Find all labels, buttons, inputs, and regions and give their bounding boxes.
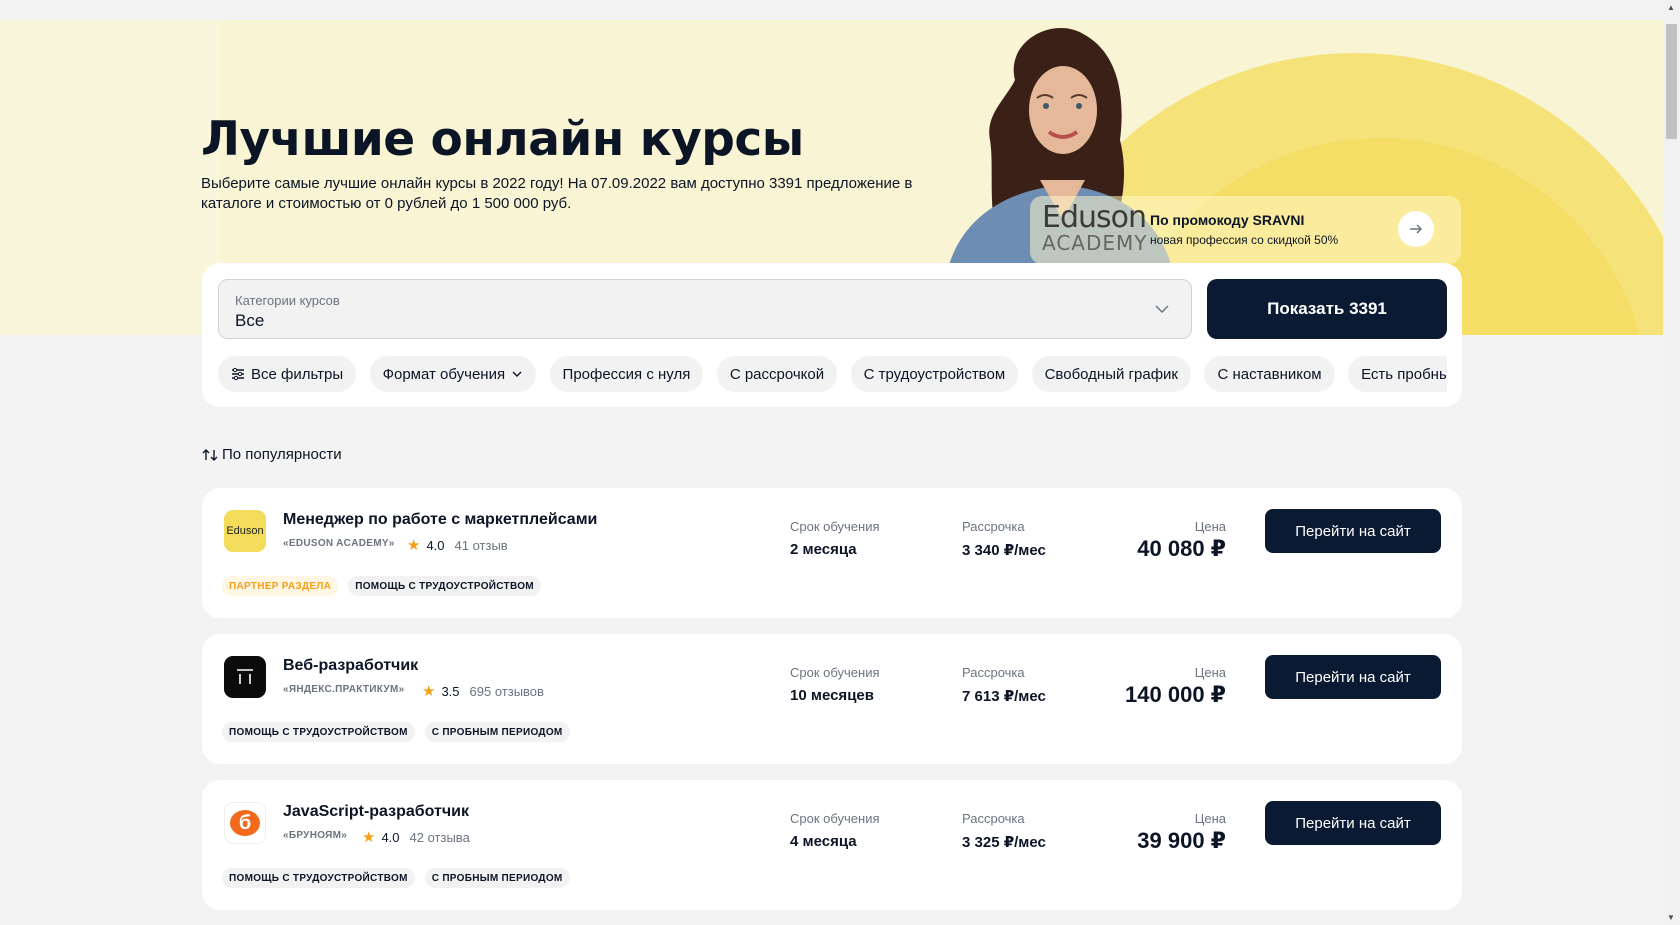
tag: ПОМОЩЬ С ТРУДОУСТРОЙСТВОМ [222,722,415,742]
school-name: «ЯНДЕКС.ПРАКТИКУМ» [283,684,405,695]
price-value: 140 000 ₽ [1125,682,1226,707]
hero-left-panel [0,20,220,335]
go-to-site-button[interactable]: Перейти на сайт [1265,655,1441,699]
price-value: 39 900 ₽ [1137,828,1226,853]
duration-label: Срок обучения [790,811,880,826]
rating-value: 4.0 [426,537,445,553]
course-tags: ПАРТНЕР РАЗДЕЛА ПОМОЩЬ С ТРУДОУСТРОЙСТВО… [222,576,551,596]
chip-installment[interactable]: С рассрочкой [716,356,838,392]
course-card: Веб-разработчик «ЯНДЕКС.ПРАКТИКУМ» ★ 3.5… [202,634,1462,764]
duration-value: 10 месяцев [790,687,874,704]
price-value: 40 080 ₽ [1137,536,1226,561]
promo-logo-line1: Eduson [1042,200,1147,235]
chip-label: Профессия с нуля [562,365,691,383]
show-results-button[interactable]: Показать 3391 [1207,279,1447,339]
arrow-right-icon[interactable] [1398,211,1434,247]
chip-label: С рассрочкой [729,365,825,383]
duration-label: Срок обучения [790,519,880,534]
page-scrollbar[interactable]: ▲ ▼ [1663,0,1680,925]
school-logo: Eduson [224,510,266,552]
course-rating: ★ 4.0 41 отзыв [407,536,508,554]
promo-logo-line2: ACADEMY [1042,231,1148,255]
reviews-link[interactable]: 42 отзыва [410,830,470,845]
duration-value: 4 месяца [790,833,857,850]
page-subtitle: Выберите самые лучшие онлайн курсы в 202… [201,175,913,212]
chip-employment[interactable]: С трудоустройством [850,356,1019,392]
rating-value: 4.0 [381,829,400,845]
chip-label: Формат обучения [382,365,506,383]
chip-label: С трудоустройством [863,365,1006,383]
chip-label: С наставником [1217,365,1322,383]
duration-label: Срок обучения [790,665,880,680]
tag-partner: ПАРТНЕР РАЗДЕЛА [222,576,339,596]
promo-banner[interactable]: Eduson ACADEMY По промокоду SRAVNI новая… [1030,196,1461,264]
installment-label: Рассрочка [962,519,1025,534]
chip-all-filters[interactable]: Все фильтры [218,356,357,392]
tag: ПОМОЩЬ С ТРУДОУСТРОЙСТВОМ [222,868,415,888]
promo-subtitle: новая профессия со скидкой 50% [1150,233,1339,247]
promo-title: По промокоду SRAVNI [1150,212,1305,228]
school-logo: б [224,802,266,844]
course-title[interactable]: Менеджер по работе с маркетплейсами [283,511,597,529]
course-title[interactable]: Веб-разработчик [283,657,418,675]
star-icon: ★ [422,683,436,700]
tag: С ПРОБНЫМ ПЕРИОДОМ [424,722,570,742]
go-to-site-button[interactable]: Перейти на сайт [1265,509,1441,553]
chip-study-format[interactable]: Формат обучения [369,356,537,392]
category-select[interactable]: Категории курсов Все [218,279,1192,339]
price-label: Цена [1194,519,1226,534]
chip-label: Все фильтры [251,365,344,383]
sliders-icon [232,367,244,381]
promo-logo: Eduson ACADEMY [1042,203,1148,255]
filter-panel: Категории курсов Все Показать 3391 Все ф… [202,263,1462,407]
chip-profession-from-scratch[interactable]: Профессия с нуля [549,356,704,392]
price-label: Цена [1194,665,1226,680]
course-card: б JavaScript-разработчик «БРУНОЯМ» ★ 4.0… [202,780,1462,910]
duration-value: 2 месяца [790,541,857,558]
school-logo [224,656,266,698]
school-name: «EDUSON ACADEMY» [283,538,395,549]
price-label: Цена [1194,811,1226,826]
installment-value: 3 325 ₽/мес [962,834,1046,851]
course-card: Eduson Менеджер по работе с маркетплейса… [202,488,1462,618]
installment-value: 3 340 ₽/мес [962,542,1046,559]
reviews-link[interactable]: 695 отзывов [470,684,544,699]
chip-trial[interactable]: Есть пробный [1348,356,1447,392]
reviews-link[interactable]: 41 отзыв [455,538,508,553]
course-tags: ПОМОЩЬ С ТРУДОУСТРОЙСТВОМ С ПРОБНЫМ ПЕРИ… [222,722,580,742]
chip-label: Свободный график [1044,365,1178,383]
scrollbar-thumb[interactable] [1666,24,1677,139]
school-name: «БРУНОЯМ» [283,830,348,841]
go-to-site-button[interactable]: Перейти на сайт [1265,801,1441,845]
sort-control[interactable]: По популярности [202,446,342,463]
yandex-practicum-logo-icon [237,669,253,684]
star-icon: ★ [407,537,421,554]
category-select-label: Категории курсов [235,293,340,308]
chip-mentor[interactable]: С наставником [1204,356,1335,392]
sort-icon [202,448,218,461]
sort-label: По популярности [222,446,342,463]
installment-label: Рассрочка [962,665,1025,680]
course-tags: ПОМОЩЬ С ТРУДОУСТРОЙСТВОМ С ПРОБНЫМ ПЕРИ… [222,868,580,888]
installment-value: 7 613 ₽/мес [962,688,1046,705]
course-rating: ★ 3.5 695 отзывов [422,682,544,700]
installment-label: Рассрочка [962,811,1025,826]
chevron-down-icon [512,371,522,377]
category-select-value: Все [235,311,265,330]
chevron-down-icon [1155,305,1169,314]
course-rating: ★ 4.0 42 отзыва [362,828,470,846]
course-title[interactable]: JavaScript-разработчик [283,803,469,821]
scroll-down-icon[interactable]: ▼ [1667,913,1675,922]
page-title: Лучшие онлайн курсы [201,112,804,167]
chip-label: Есть пробный [1361,365,1447,383]
rating-value: 3.5 [441,683,460,699]
tag: ПОМОЩЬ С ТРУДОУСТРОЙСТВОМ [348,576,541,596]
tag: С ПРОБНЫМ ПЕРИОДОМ [424,868,570,888]
star-icon: ★ [362,829,376,846]
school-logo-text: Eduson [226,525,264,537]
chip-free-schedule[interactable]: Свободный график [1031,356,1191,392]
filter-chips: Все фильтры Формат обучения Профессия с … [218,356,1447,394]
school-logo-text: б [230,810,260,836]
scroll-up-icon[interactable]: ▲ [1667,3,1675,12]
